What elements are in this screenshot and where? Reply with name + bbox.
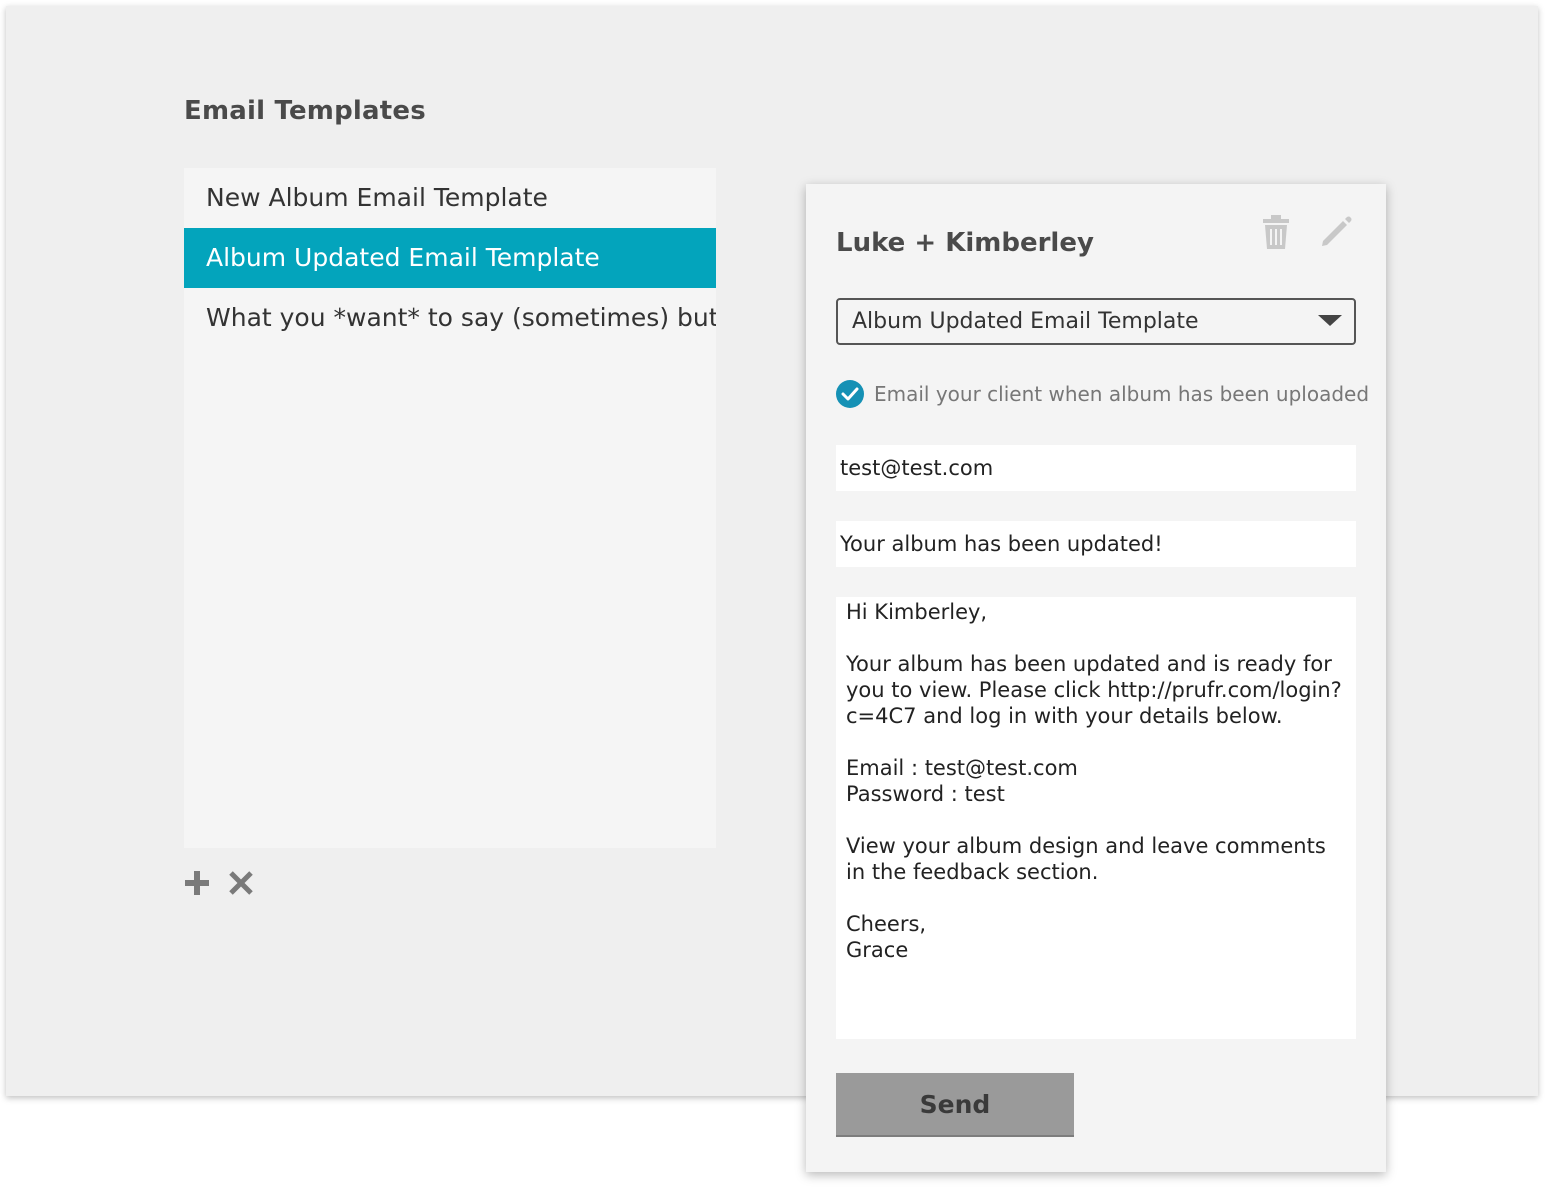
pencil-icon[interactable] <box>1316 212 1356 252</box>
template-item-what-you-want[interactable]: What you *want* to say (sometimes) but .… <box>184 288 716 348</box>
email-body-field[interactable]: Hi Kimberley, Your album has been update… <box>836 597 1356 1039</box>
section-title: Email Templates <box>184 96 426 126</box>
template-list-actions <box>182 866 256 900</box>
notify-client-checkbox[interactable]: Email your client when album has been up… <box>836 380 1369 408</box>
template-item-album-updated[interactable]: Album Updated Email Template <box>184 228 716 288</box>
template-select[interactable]: Album Updated Email Template <box>836 298 1356 345</box>
template-select-value: Album Updated Email Template <box>852 309 1199 334</box>
close-icon[interactable] <box>226 866 256 900</box>
trash-icon[interactable] <box>1256 212 1296 252</box>
plus-icon[interactable] <box>182 866 212 900</box>
email-composer-card: Luke + Kimberley Album Updated Email Tem… <box>806 184 1386 1172</box>
notify-client-label: Email your client when album has been up… <box>874 382 1370 406</box>
recipient-email-field[interactable] <box>836 445 1356 491</box>
checkmark-icon <box>836 380 864 408</box>
send-button[interactable]: Send <box>836 1073 1074 1137</box>
template-item-new-album[interactable]: New Album Email Template <box>184 168 716 228</box>
template-list: New Album Email Template Album Updated E… <box>184 168 716 848</box>
subject-field[interactable] <box>836 521 1356 567</box>
client-name-title: Luke + Kimberley <box>836 228 1094 258</box>
chevron-down-icon <box>1318 315 1342 326</box>
